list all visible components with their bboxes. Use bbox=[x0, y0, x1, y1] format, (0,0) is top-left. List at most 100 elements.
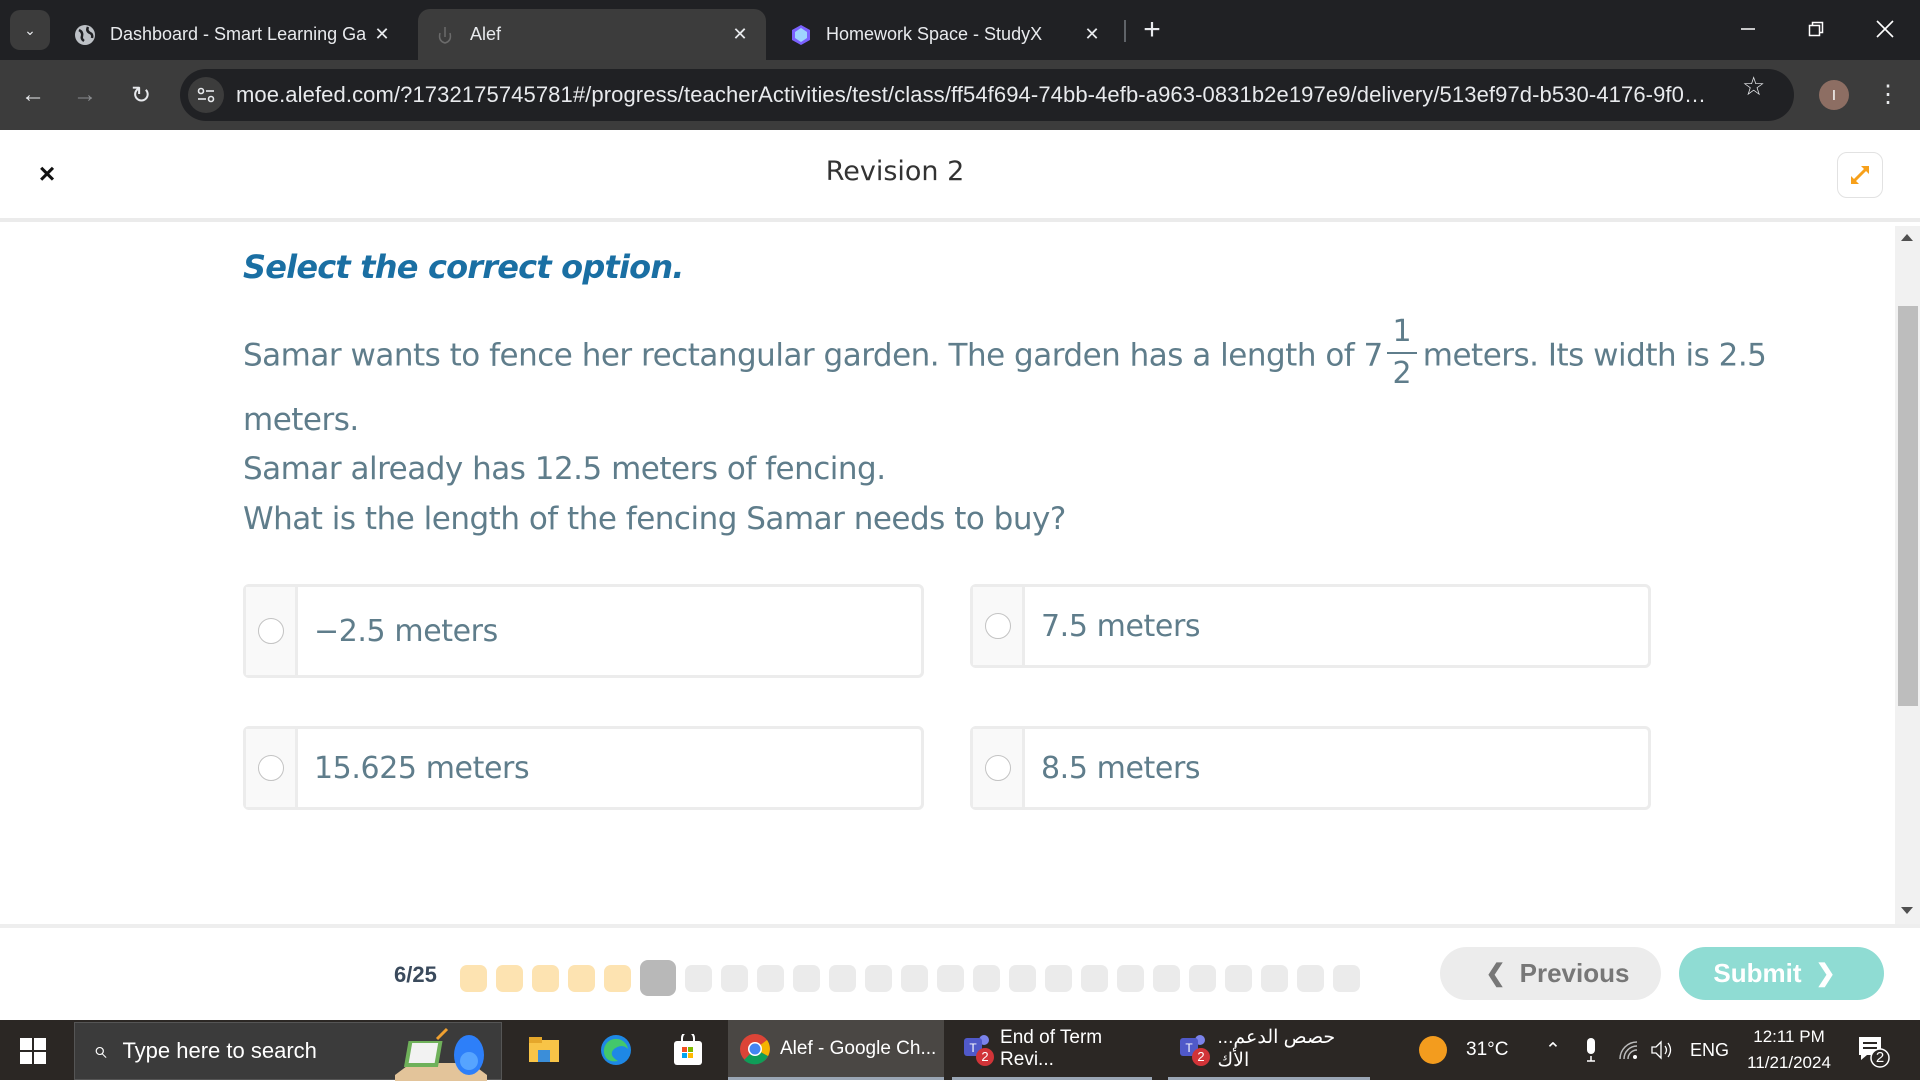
taskbar-app-teams-1[interactable]: T 2 End of Term Revi... bbox=[952, 1020, 1152, 1080]
expand-icon bbox=[1851, 166, 1869, 184]
close-tab-icon[interactable]: ✕ bbox=[730, 24, 750, 45]
question-step-8[interactable] bbox=[721, 964, 748, 992]
microphone-icon[interactable] bbox=[1584, 1020, 1598, 1080]
fraction-numerator: 1 bbox=[1392, 314, 1412, 349]
tab-studyx[interactable]: Homework Space - StudyX ✕ bbox=[774, 9, 1118, 60]
back-button[interactable]: ← bbox=[14, 76, 52, 114]
taskbar-app-teams-2[interactable]: T 2 ...حصص الدعم الأك bbox=[1168, 1020, 1370, 1080]
question-step-25[interactable] bbox=[1333, 964, 1360, 992]
question-step-19[interactable] bbox=[1117, 964, 1144, 992]
question-step-2[interactable] bbox=[496, 964, 523, 992]
question-step-3[interactable] bbox=[532, 964, 559, 992]
radio-button[interactable] bbox=[257, 755, 284, 781]
taskbar-search-box[interactable]: ⌕ Type here to search bbox=[74, 1022, 502, 1081]
question-step-23[interactable] bbox=[1261, 964, 1288, 992]
question-step-9[interactable] bbox=[757, 964, 784, 992]
close-icon bbox=[1876, 20, 1894, 38]
input-language[interactable]: ENG bbox=[1690, 1020, 1729, 1080]
radio-cell bbox=[246, 729, 298, 807]
question-line-2: meters. bbox=[243, 402, 359, 438]
radio-cell bbox=[973, 587, 1025, 665]
restore-icon bbox=[1808, 21, 1824, 37]
taskbar-app-label: Alef - Google Ch... bbox=[780, 1037, 937, 1059]
scroll-down-arrow-icon[interactable] bbox=[1901, 907, 1913, 914]
answer-option-2[interactable]: 7.5 meters bbox=[970, 584, 1651, 668]
question-step-24[interactable] bbox=[1297, 964, 1324, 992]
wifi-icon[interactable] bbox=[1618, 1020, 1640, 1080]
restore-button[interactable] bbox=[1791, 6, 1841, 52]
question-step-11[interactable] bbox=[829, 964, 856, 992]
question-step-14[interactable] bbox=[937, 964, 964, 992]
site-info-button[interactable] bbox=[188, 77, 224, 113]
close-tab-icon[interactable]: ✕ bbox=[1082, 24, 1102, 45]
weather-widget[interactable]: 31°C bbox=[1418, 1020, 1508, 1080]
fraction-denominator: 2 bbox=[1392, 356, 1412, 391]
question-step-4[interactable] bbox=[568, 964, 595, 992]
edge-browser-icon[interactable] bbox=[596, 1030, 636, 1070]
previous-button[interactable]: ❮ Previous bbox=[1440, 947, 1661, 1000]
sun-weather-icon bbox=[1419, 1036, 1447, 1064]
question-step-18[interactable] bbox=[1081, 964, 1108, 992]
chevron-up-icon: ⌃ bbox=[1545, 1039, 1561, 1061]
taskbar-app-label: ...حصص الدعم الأك bbox=[1217, 1026, 1336, 1071]
close-window-button[interactable] bbox=[1860, 6, 1910, 52]
question-step-22[interactable] bbox=[1225, 964, 1252, 992]
question-line-4: What is the length of the fencing Samar … bbox=[243, 501, 1066, 537]
close-tab-icon[interactable]: ✕ bbox=[372, 24, 392, 45]
radio-button[interactable] bbox=[257, 618, 284, 644]
tab-alef[interactable]: Alef ✕ bbox=[418, 9, 766, 60]
browser-menu-icon[interactable]: ⋮ bbox=[1876, 78, 1900, 112]
question-step-1[interactable] bbox=[460, 964, 487, 992]
notification-badge: 2 bbox=[1192, 1047, 1210, 1066]
scroll-up-arrow-icon[interactable] bbox=[1901, 234, 1913, 241]
radio-button[interactable] bbox=[984, 613, 1011, 639]
question-step-5[interactable] bbox=[604, 964, 631, 992]
profile-avatar[interactable]: I bbox=[1819, 80, 1849, 110]
question-step-16[interactable] bbox=[1009, 964, 1036, 992]
system-clock[interactable]: 12:11 PM 11/21/2024 bbox=[1734, 1024, 1844, 1076]
taskbar-app-chrome[interactable]: Alef - Google Ch... bbox=[728, 1020, 944, 1080]
question-step-17[interactable] bbox=[1045, 964, 1072, 992]
show-hidden-icons-button[interactable]: ⌃ bbox=[1545, 1020, 1561, 1080]
question-text: Samar wants to fence her rectangular gar… bbox=[243, 337, 1383, 374]
search-icon: ⌕ bbox=[93, 1037, 107, 1064]
file-explorer-icon[interactable] bbox=[524, 1030, 564, 1070]
radio-button[interactable] bbox=[984, 755, 1011, 781]
question-step-10[interactable] bbox=[793, 964, 820, 992]
url-text[interactable]: moe.alefed.com/?1732175745781#/progress/… bbox=[236, 82, 1716, 108]
question-step-7[interactable] bbox=[685, 964, 712, 992]
reload-button[interactable]: ↻ bbox=[122, 76, 160, 114]
answer-option-3[interactable]: 15.625 meters bbox=[243, 726, 924, 810]
question-text: meters. Its width is 2.5 bbox=[1422, 337, 1767, 374]
arrow-right-icon: → bbox=[73, 81, 97, 108]
answer-option-4[interactable]: 8.5 meters bbox=[970, 726, 1651, 810]
question-step-20[interactable] bbox=[1153, 964, 1180, 992]
clock-date: 11/21/2024 bbox=[1747, 1053, 1831, 1072]
question-area: Select the correct option. Samar wants t… bbox=[0, 226, 1894, 924]
tab-search-button[interactable]: ⌄ bbox=[10, 10, 50, 50]
vertical-scrollbar[interactable] bbox=[1895, 226, 1920, 924]
question-step-13[interactable] bbox=[901, 964, 928, 992]
scrollbar-thumb[interactable] bbox=[1898, 306, 1918, 706]
answer-option-1[interactable]: −2.5 meters bbox=[243, 584, 924, 678]
submit-button[interactable]: Submit ❯ bbox=[1679, 947, 1884, 1000]
volume-icon[interactable] bbox=[1650, 1020, 1674, 1080]
question-step-12[interactable] bbox=[865, 964, 892, 992]
question-step-15[interactable] bbox=[973, 964, 1000, 992]
new-tab-button[interactable]: + bbox=[1138, 12, 1166, 48]
fullscreen-button[interactable] bbox=[1837, 152, 1883, 198]
notification-count: 2 bbox=[1875, 1049, 1885, 1066]
minimize-button[interactable] bbox=[1723, 6, 1773, 52]
question-step-21[interactable] bbox=[1189, 964, 1216, 992]
tab-dashboard[interactable]: Dashboard - Smart Learning Ga ✕ bbox=[58, 9, 408, 60]
forward-button[interactable]: → bbox=[66, 76, 104, 114]
microsoft-store-icon[interactable] bbox=[668, 1030, 708, 1070]
address-bar[interactable]: moe.alefed.com/?1732175745781#/progress/… bbox=[180, 69, 1794, 121]
question-step-6[interactable] bbox=[640, 960, 676, 996]
notification-center-button[interactable]: 2 bbox=[1856, 1034, 1890, 1068]
windows-taskbar: ⌕ Type here to search Alef - Google Ch..… bbox=[0, 1020, 1920, 1081]
page-title: Revision 2 bbox=[825, 156, 965, 187]
bookmark-star-icon[interactable]: ☆ bbox=[1742, 71, 1765, 102]
mixed-fraction: 12 bbox=[1386, 312, 1417, 394]
windows-start-button[interactable] bbox=[20, 1038, 46, 1064]
